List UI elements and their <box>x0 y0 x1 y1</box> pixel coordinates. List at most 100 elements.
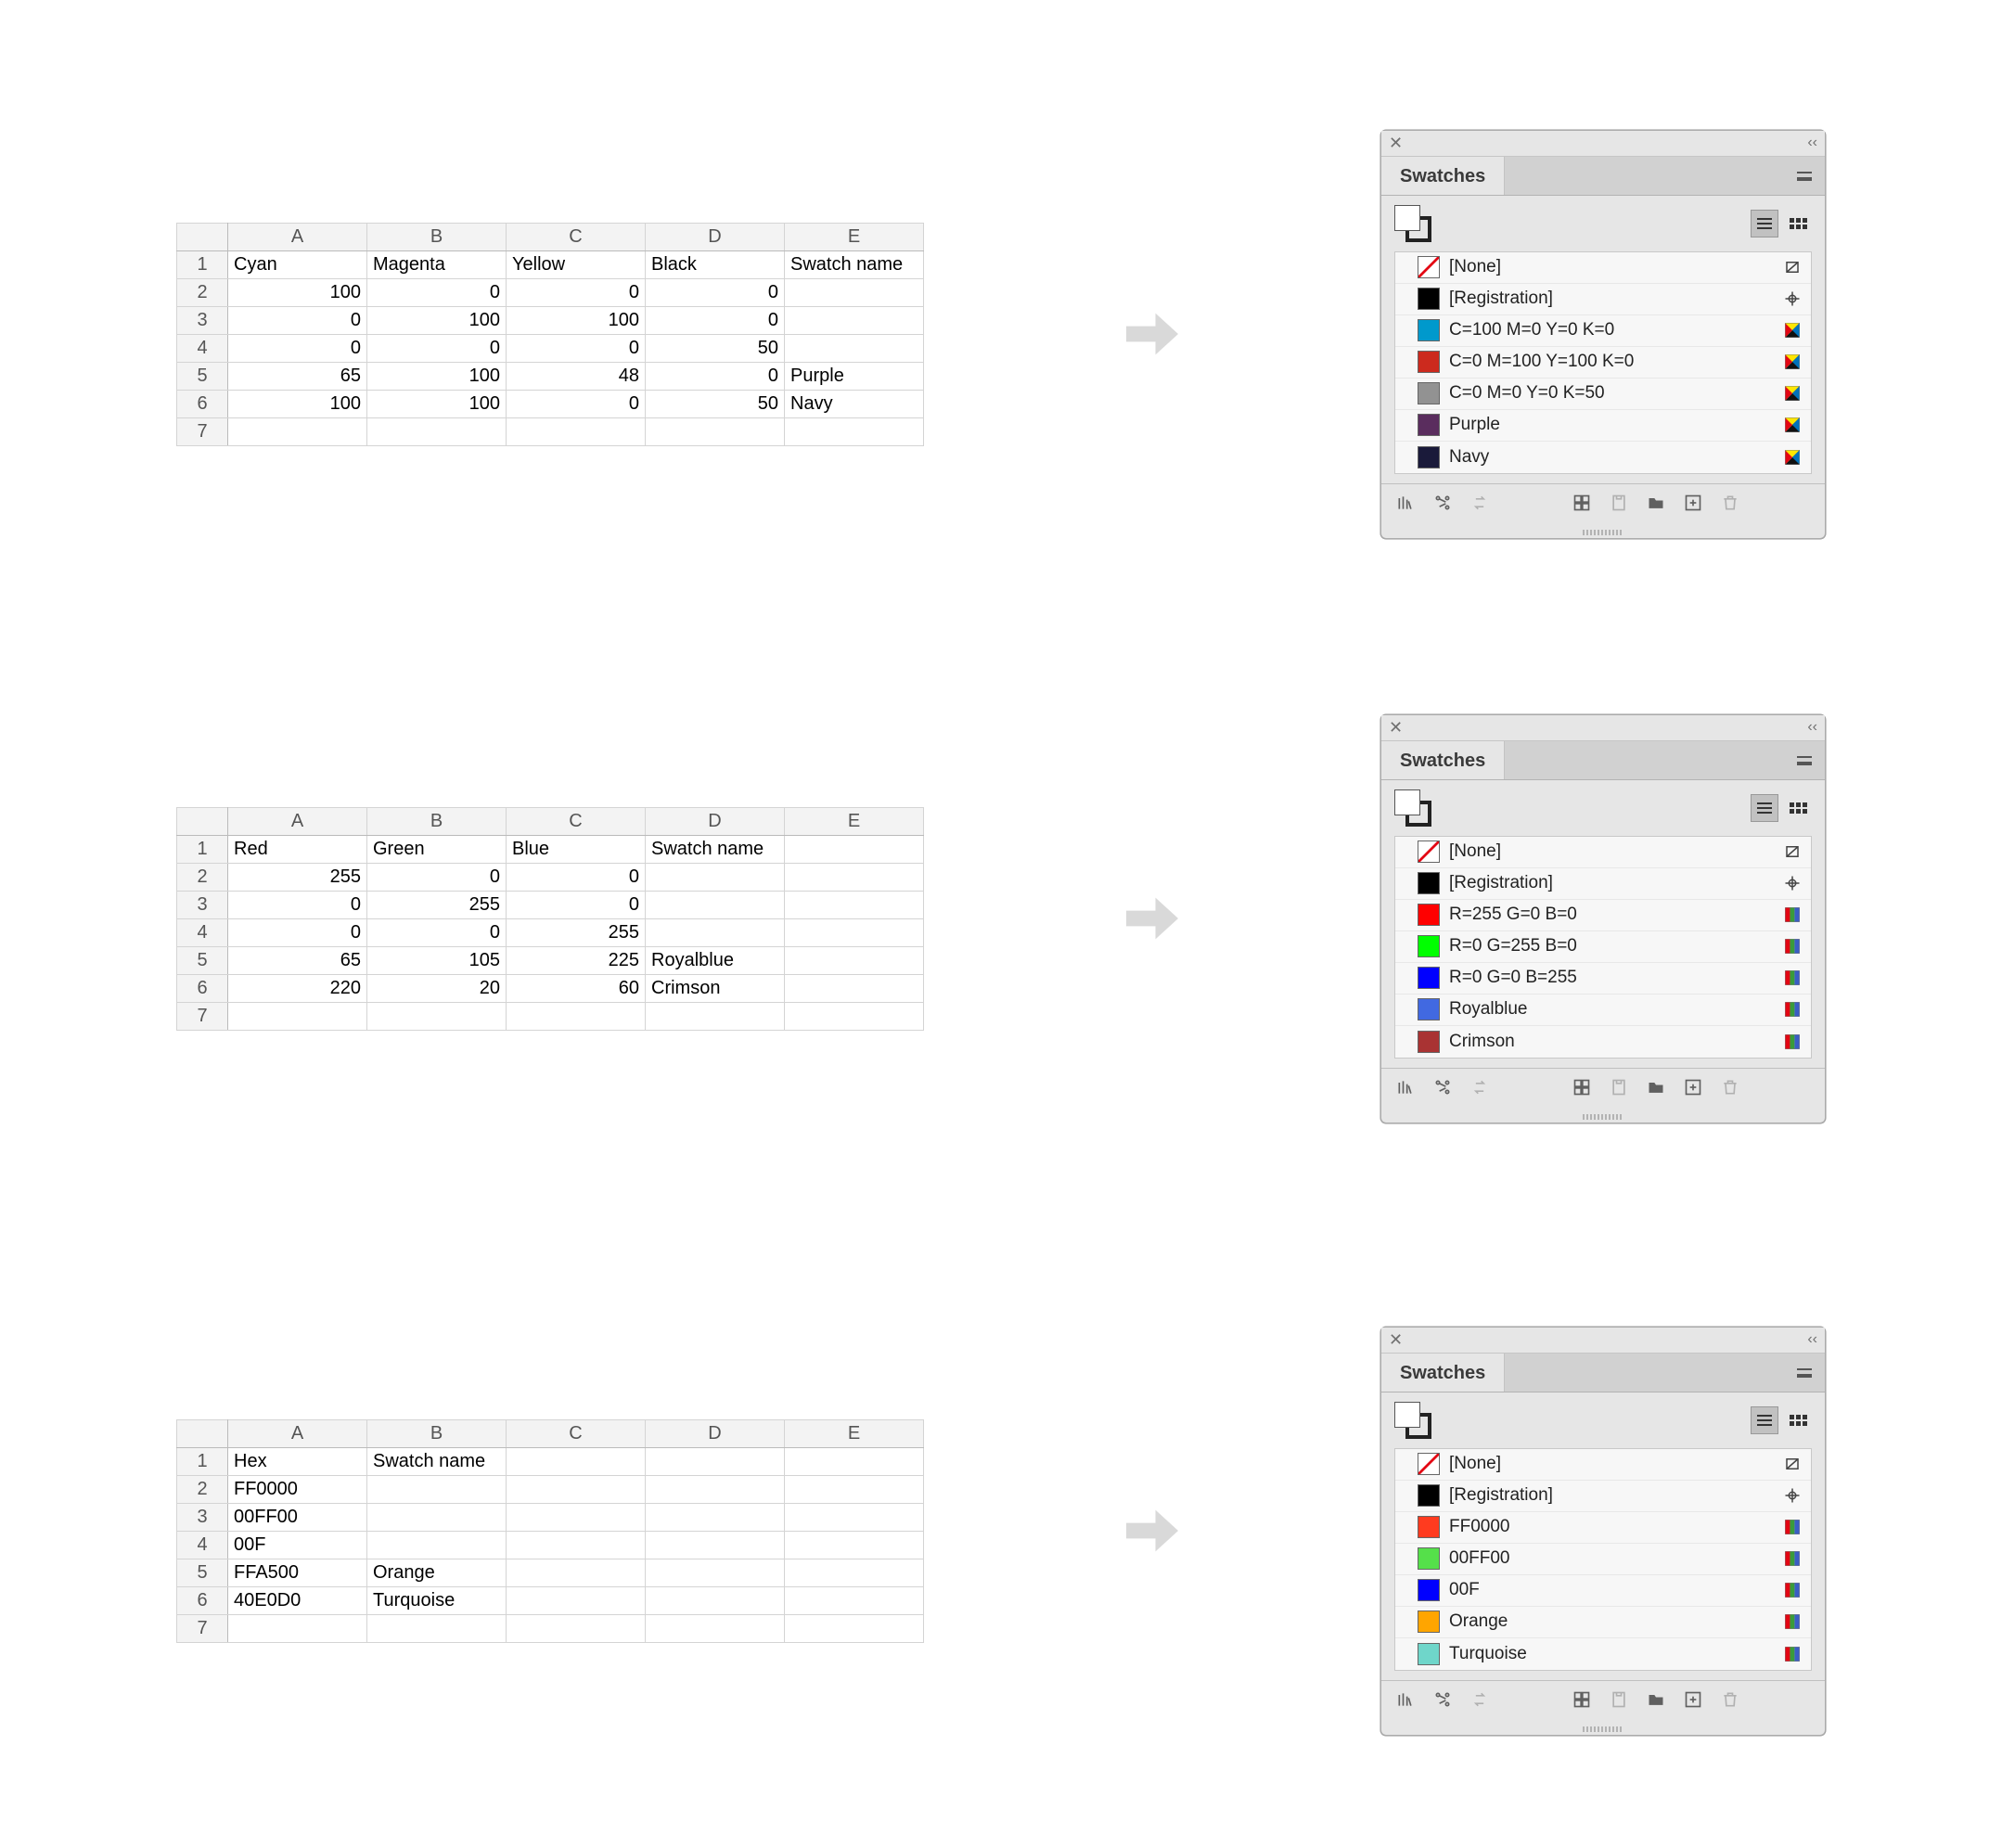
cell[interactable]: 0 <box>228 891 367 918</box>
lib-icon[interactable] <box>1396 1078 1415 1102</box>
swatch-row-registration[interactable]: [Registration] <box>1395 868 1811 900</box>
row-header[interactable]: 4 <box>177 918 228 946</box>
cell[interactable]: 0 <box>507 278 646 306</box>
row-header[interactable]: 3 <box>177 1503 228 1531</box>
fill-stroke-icon[interactable] <box>1394 205 1431 242</box>
grid-view-button[interactable] <box>1784 794 1812 822</box>
cell[interactable] <box>228 1002 367 1030</box>
row-header[interactable]: 6 <box>177 390 228 417</box>
cell[interactable]: Crimson <box>646 974 785 1002</box>
row-header[interactable]: 1 <box>177 1447 228 1475</box>
cell[interactable]: 105 <box>367 946 507 974</box>
row-header[interactable]: 7 <box>177 1002 228 1030</box>
col-header[interactable]: D <box>646 1419 785 1447</box>
resize-grip[interactable] <box>1381 1111 1825 1123</box>
cell[interactable]: 20 <box>367 974 507 1002</box>
cell[interactable] <box>507 1586 646 1614</box>
swatch-row[interactable]: C=100 M=0 Y=0 K=0 <box>1395 315 1811 347</box>
row-header[interactable]: 7 <box>177 417 228 445</box>
tab-swatches[interactable]: Swatches <box>1381 1354 1505 1392</box>
cell[interactable]: 0 <box>646 362 785 390</box>
cell[interactable]: 100 <box>367 362 507 390</box>
folder-icon[interactable] <box>1647 1078 1665 1102</box>
swatch-row-none[interactable]: [None] <box>1395 837 1811 868</box>
cell[interactable]: 48 <box>507 362 646 390</box>
row-header[interactable]: 6 <box>177 974 228 1002</box>
cell[interactable]: Navy <box>785 390 924 417</box>
newgrp-icon[interactable] <box>1572 1690 1591 1714</box>
cell[interactable] <box>507 1614 646 1642</box>
swatch-row-registration[interactable]: [Registration] <box>1395 1481 1811 1512</box>
cell[interactable] <box>367 1531 507 1559</box>
row-header[interactable]: 3 <box>177 891 228 918</box>
cell[interactable] <box>785 891 924 918</box>
swatch-row[interactable]: C=0 M=100 Y=100 K=0 <box>1395 347 1811 379</box>
swap-icon[interactable] <box>1470 1690 1489 1714</box>
col-header[interactable]: B <box>367 1419 507 1447</box>
collapse-icon[interactable]: ‹‹ <box>1807 719 1817 736</box>
header-cell[interactable]: Red <box>228 835 367 863</box>
cell[interactable] <box>367 1614 507 1642</box>
cell[interactable]: 100 <box>228 278 367 306</box>
cell[interactable] <box>785 918 924 946</box>
collapse-icon[interactable]: ‹‹ <box>1807 1331 1817 1348</box>
cell[interactable]: 0 <box>646 278 785 306</box>
cell[interactable]: 50 <box>646 334 785 362</box>
cell[interactable]: Royalblue <box>646 946 785 974</box>
grid-view-button[interactable] <box>1784 1406 1812 1434</box>
cell[interactable] <box>785 1531 924 1559</box>
plus-icon[interactable] <box>1684 494 1702 518</box>
swatch-row[interactable]: R=255 G=0 B=0 <box>1395 900 1811 931</box>
swatch-row[interactable]: Royalblue <box>1395 995 1811 1026</box>
grid-view-button[interactable] <box>1784 210 1812 237</box>
cell[interactable] <box>507 417 646 445</box>
swatch-row[interactable]: Turquoise <box>1395 1638 1811 1670</box>
header-cell[interactable]: Swatch name <box>646 835 785 863</box>
close-icon[interactable]: ✕ <box>1389 719 1403 736</box>
plus-icon[interactable] <box>1684 1690 1702 1714</box>
cell[interactable]: 0 <box>228 306 367 334</box>
col-header[interactable]: C <box>507 807 646 835</box>
panel-menu-icon[interactable] <box>1784 741 1825 779</box>
cell[interactable] <box>646 863 785 891</box>
trash-icon[interactable] <box>1721 1078 1739 1102</box>
row-header[interactable]: 4 <box>177 334 228 362</box>
swatch-row-registration[interactable]: [Registration] <box>1395 284 1811 315</box>
cell[interactable]: 60 <box>507 974 646 1002</box>
close-icon[interactable]: ✕ <box>1389 1331 1403 1348</box>
cell[interactable]: Purple <box>785 362 924 390</box>
cell[interactable] <box>785 974 924 1002</box>
cell[interactable] <box>646 891 785 918</box>
cell[interactable]: 0 <box>507 390 646 417</box>
swatch-row[interactable]: Orange <box>1395 1607 1811 1638</box>
panel-menu-icon[interactable] <box>1784 157 1825 195</box>
swatch-row-none[interactable]: [None] <box>1395 1449 1811 1481</box>
cell[interactable]: 100 <box>367 306 507 334</box>
cell[interactable]: 0 <box>507 863 646 891</box>
cell[interactable] <box>646 1559 785 1586</box>
cell[interactable]: 40E0D0 <box>228 1586 367 1614</box>
cell[interactable] <box>646 1614 785 1642</box>
panel-titlebar[interactable]: ✕‹‹ <box>1381 131 1825 157</box>
resize-grip[interactable] <box>1381 527 1825 538</box>
lib-icon[interactable] <box>1396 494 1415 518</box>
cell[interactable] <box>367 1503 507 1531</box>
swatch-row-none[interactable]: [None] <box>1395 252 1811 284</box>
col-header[interactable]: D <box>646 807 785 835</box>
cell[interactable]: 225 <box>507 946 646 974</box>
header-cell[interactable] <box>785 1447 924 1475</box>
cell[interactable] <box>646 1586 785 1614</box>
trash-icon[interactable] <box>1721 1690 1739 1714</box>
clip-icon[interactable] <box>1610 1078 1628 1102</box>
row-header[interactable]: 5 <box>177 946 228 974</box>
panel-menu-icon[interactable] <box>1784 1354 1825 1392</box>
row-header[interactable]: 2 <box>177 1475 228 1503</box>
header-cell[interactable]: Blue <box>507 835 646 863</box>
cell[interactable]: 0 <box>228 334 367 362</box>
header-cell[interactable] <box>785 835 924 863</box>
header-cell[interactable]: Green <box>367 835 507 863</box>
header-cell[interactable]: Swatch name <box>785 250 924 278</box>
cell[interactable] <box>367 1475 507 1503</box>
panel-titlebar[interactable]: ✕ ‹‹ <box>1381 715 1825 741</box>
cell[interactable] <box>367 1002 507 1030</box>
